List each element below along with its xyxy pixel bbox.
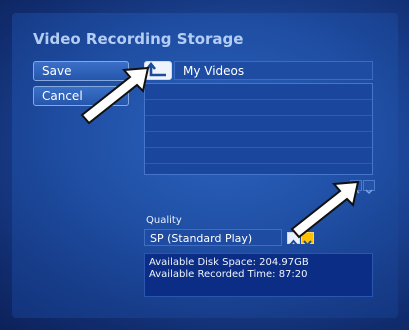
chevron-down-icon xyxy=(365,189,373,195)
storage-info-panel: Available Disk Space: 204.97GB Available… xyxy=(144,253,373,297)
current-folder-field: My Videos xyxy=(174,61,373,80)
list-item[interactable] xyxy=(145,84,372,100)
folder-list[interactable] xyxy=(144,83,373,175)
quality-label: Quality xyxy=(146,215,182,226)
page-title: Video Recording Storage xyxy=(33,30,244,48)
list-item[interactable] xyxy=(145,164,372,179)
available-recorded-time: Available Recorded Time: 87:20 xyxy=(149,269,308,280)
quality-select[interactable]: SP (Standard Play) xyxy=(144,229,282,246)
list-item[interactable] xyxy=(145,132,372,148)
white-arrow-pointer-icon xyxy=(290,180,360,239)
list-scroll-down-button[interactable] xyxy=(363,180,375,195)
list-item[interactable] xyxy=(145,116,372,132)
list-item[interactable] xyxy=(145,148,372,164)
available-disk-space: Available Disk Space: 204.97GB xyxy=(149,257,309,268)
list-item[interactable] xyxy=(145,100,372,116)
white-arrow-pointer-icon xyxy=(80,66,150,125)
